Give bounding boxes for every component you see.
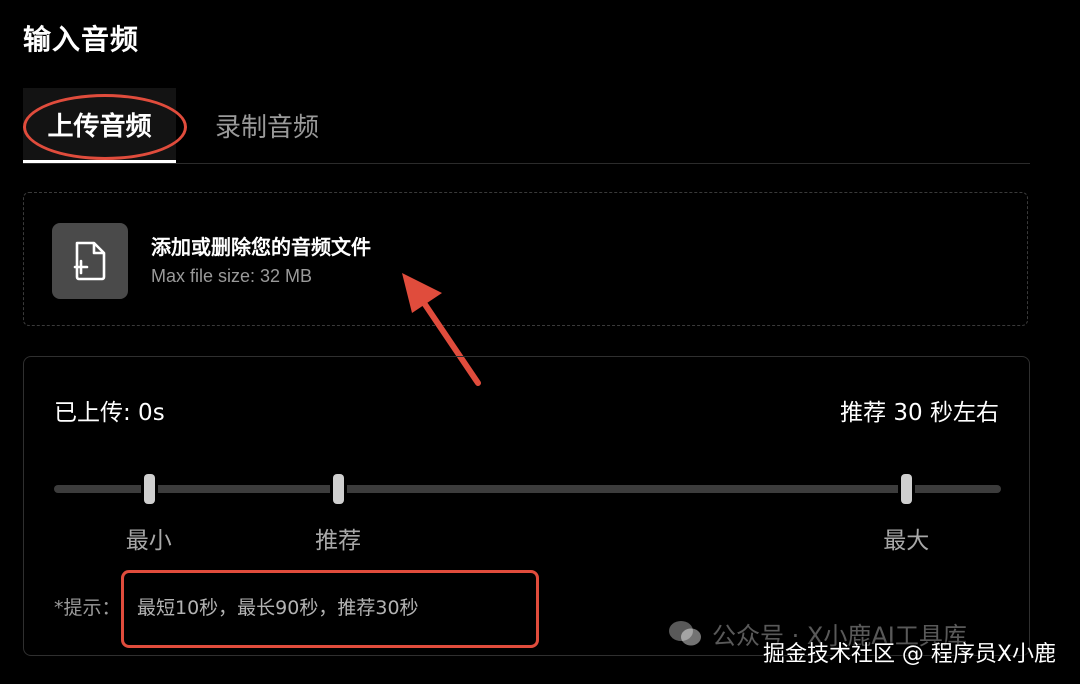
- slider-label-recommended: 推荐: [315, 528, 362, 554]
- slider-handle-min[interactable]: [143, 474, 155, 504]
- audio-input-tabs: 上传音频 录制音频: [23, 88, 1030, 164]
- slider-label-max: 最大: [883, 528, 930, 554]
- tab-upload-audio[interactable]: 上传音频: [23, 88, 176, 163]
- slider-handle-max[interactable]: [901, 474, 913, 504]
- recommended-duration: 推荐 30 秒左右: [840, 400, 999, 426]
- duration-slider-track: [54, 474, 1001, 504]
- watermark-main: 掘金技术社区 @ 程序员X小鹿: [762, 642, 1056, 667]
- slider-handle-recommended[interactable]: [333, 474, 345, 504]
- dropzone-title: 添加或删除您的音频文件: [151, 235, 371, 259]
- duration-panel: 已上传: 0s 推荐 30 秒左右 最小 推荐 最大 *提示： 最短10秒，最长…: [23, 356, 1030, 656]
- section-title: 输入音频: [23, 23, 140, 56]
- slider-label-min: 最小: [125, 528, 172, 554]
- file-add-icon[interactable]: [52, 223, 128, 299]
- hint-prefix: *提示：: [54, 597, 121, 619]
- max-file-size-text: Max file size: 32 MB: [151, 266, 313, 286]
- wechat-icon: [669, 620, 701, 645]
- hint-text: 最短10秒，最长90秒，推荐30秒: [137, 597, 419, 619]
- tab-record-audio[interactable]: 录制音频: [211, 88, 323, 162]
- uploaded-duration: 已上传: 0s: [54, 400, 165, 426]
- audio-file-dropzone[interactable]: 添加或删除您的音频文件 Max file size: 32 MB: [23, 192, 1028, 326]
